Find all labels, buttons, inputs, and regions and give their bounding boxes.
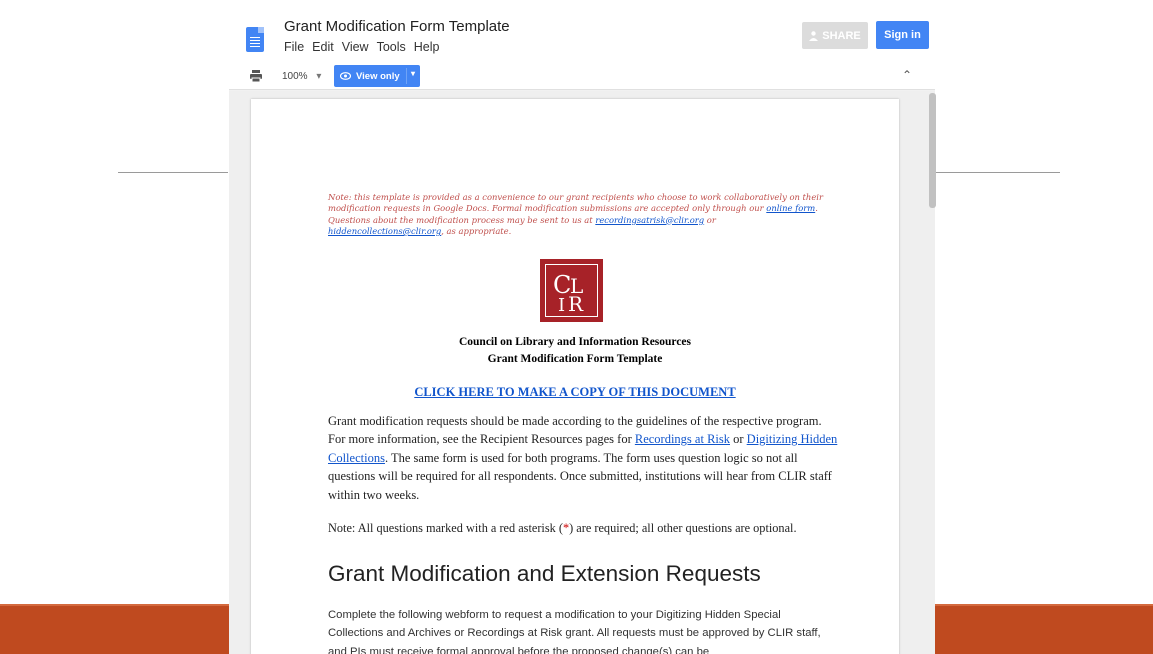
clir-monogram: C L I R — [553, 271, 584, 313]
intro-text: or — [730, 432, 747, 447]
share-button[interactable]: SHARE — [802, 22, 868, 49]
required-text: Note: All questions marked with a red as… — [328, 521, 563, 535]
view-only-button[interactable]: View only ▾ — [334, 65, 420, 87]
required-note: Note: All questions marked with a red as… — [328, 521, 848, 536]
toolbar: 100% ▾ View only ▾ ⌃ — [229, 62, 935, 90]
chevron-up-icon[interactable]: ⌃ — [902, 68, 912, 82]
section-heading: Grant Modification and Extension Request… — [328, 561, 761, 586]
intro-paragraph: Grant modification requests should be ma… — [328, 412, 838, 504]
make-copy-link[interactable]: CLICK HERE TO MAKE A COPY OF THIS DOCUME… — [251, 385, 899, 400]
intro-text: . The same form is used for both program… — [328, 450, 832, 502]
slide-divider-left — [118, 172, 228, 173]
docs-window: Grant Modification Form Template File Ed… — [229, 0, 936, 654]
menu-help[interactable]: Help — [414, 40, 440, 54]
print-icon[interactable] — [249, 69, 263, 83]
share-label: SHARE — [822, 29, 861, 42]
view-only-label: View only — [356, 70, 400, 82]
person-icon — [809, 30, 819, 41]
chevron-down-icon: ▾ — [316, 71, 322, 82]
required-text: ) are required; all other questions are … — [569, 521, 797, 535]
organization-name: Council on Library and Information Resou… — [458, 336, 692, 348]
menu-edit[interactable]: Edit — [312, 40, 334, 54]
menu-tools[interactable]: Tools — [377, 40, 406, 54]
recordings-at-risk-link[interactable]: Recordings at Risk — [635, 432, 730, 446]
sign-in-button[interactable]: Sign in — [876, 21, 929, 49]
menu-bar: File Edit View Tools Help — [284, 40, 439, 54]
svg-text:I: I — [558, 295, 565, 313]
slide-divider-right — [935, 172, 1060, 173]
template-note: Note: this template is provided as a con… — [328, 192, 833, 237]
clir-logo-mark: C L I R — [545, 264, 598, 317]
scrollbar-thumb[interactable] — [929, 93, 936, 208]
note-text: or — [704, 214, 716, 225]
recordings-email-link[interactable]: recordingsatrisk@clir.org — [595, 215, 704, 225]
clir-logo: C L I R — [540, 259, 603, 322]
note-text: , as appropriate. — [441, 225, 512, 236]
menu-view[interactable]: View — [342, 40, 369, 54]
online-form-link[interactable]: online form — [766, 203, 815, 213]
note-text: Note: this template is provided as a con… — [328, 192, 823, 214]
section-body: Complete the following webform to reques… — [328, 609, 821, 654]
eye-icon — [340, 72, 351, 80]
form-title: Grant Modification Form Template — [487, 353, 663, 365]
zoom-value: 100% — [282, 71, 308, 82]
document-title[interactable]: Grant Modification Form Template — [284, 18, 510, 35]
hidden-collections-email-link[interactable]: hiddencollections@clir.org — [328, 226, 441, 236]
button-divider — [406, 68, 407, 84]
menu-file[interactable]: File — [284, 40, 304, 54]
docs-icon[interactable] — [246, 27, 264, 52]
svg-text:R: R — [568, 292, 584, 313]
title-bar: Grant Modification Form Template File Ed… — [229, 0, 935, 62]
zoom-select[interactable]: 100% ▾ — [282, 71, 321, 82]
chevron-down-icon[interactable]: ▾ — [411, 69, 415, 78]
document-area: Note: this template is provided as a con… — [229, 91, 936, 654]
document-page: Note: this template is provided as a con… — [251, 99, 899, 654]
